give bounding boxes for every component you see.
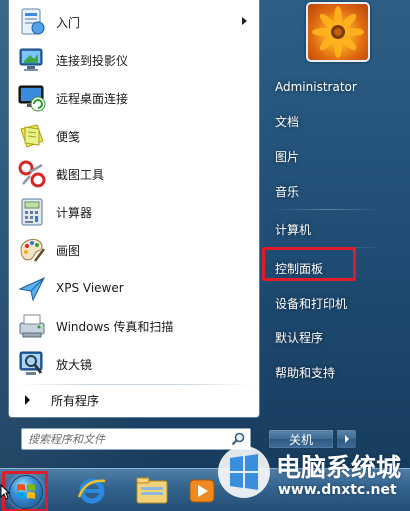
remote-desktop-icon: [15, 81, 49, 115]
fax-scan-icon: [15, 309, 49, 343]
program-xps-viewer[interactable]: XPS Viewer: [11, 270, 257, 306]
site-watermark: 电脑系统城 www.dnxtc.net: [212, 440, 410, 511]
program-label: XPS Viewer: [56, 281, 124, 295]
all-programs-button[interactable]: 所有程序: [11, 388, 257, 412]
sticky-notes-icon: [15, 119, 49, 153]
watermark-title: 电脑系统城: [276, 453, 402, 482]
program-magnifier[interactable]: 放大镜: [11, 346, 257, 382]
program-getting-started[interactable]: 入门: [11, 4, 257, 40]
program-sticky-notes[interactable]: 便笺: [11, 118, 257, 154]
program-snipping-tool[interactable]: 截图工具: [11, 156, 257, 192]
pane-divider: [19, 384, 251, 385]
windows-explorer-icon: [136, 477, 168, 504]
xps-viewer-icon: [15, 271, 49, 305]
program-label: Windows 传真和扫描: [56, 319, 174, 334]
program-label: 便笺: [56, 129, 81, 144]
taskbar-windows-explorer[interactable]: [124, 471, 180, 511]
default-programs-link[interactable]: 默认程序: [267, 323, 363, 351]
user-name-link[interactable]: Administrator: [267, 73, 387, 101]
expand-arrow-icon: [25, 395, 30, 405]
program-label: 计算器: [56, 205, 93, 220]
music-link[interactable]: 音乐: [267, 177, 363, 205]
program-label: 入门: [56, 15, 81, 30]
internet-explorer-icon: [77, 478, 106, 504]
program-label: 放大镜: [56, 357, 93, 372]
search-input[interactable]: [28, 432, 224, 446]
program-fax-scan[interactable]: Windows 传真和扫描: [11, 308, 257, 344]
watermark-url: www.dnxtc.net: [278, 482, 397, 498]
program-label: 连接到投影仪: [56, 53, 129, 68]
program-calculator[interactable]: 计算器: [11, 194, 257, 230]
documents-link[interactable]: 文档: [267, 107, 363, 135]
start-menu: 入门 连接到投影仪 远程桌面连接 便笺 截图工具 计算器 画图 XPS View…: [0, 0, 410, 468]
paint-icon: [15, 233, 49, 267]
program-paint[interactable]: 画图: [11, 232, 257, 268]
snipping-tool-icon: [15, 157, 49, 191]
all-programs-label: 所有程序: [51, 393, 100, 408]
projector-icon: [15, 43, 49, 77]
program-label: 截图工具: [56, 167, 105, 182]
watermark-logo-icon: [218, 446, 270, 498]
pictures-link[interactable]: 图片: [267, 142, 363, 170]
computer-link[interactable]: 计算机: [267, 215, 363, 243]
program-remote-desktop[interactable]: 远程桌面连接: [11, 80, 257, 116]
magnifier-icon: [15, 347, 49, 381]
calculator-icon: [15, 195, 49, 229]
mouse-cursor-icon: [0, 483, 11, 500]
program-label: 画图: [56, 243, 81, 258]
submenu-arrow-icon[interactable]: [242, 17, 247, 25]
control-panel-highlight: [262, 247, 356, 281]
getting-started-icon: [15, 5, 49, 39]
programs-pane: 入门 连接到投影仪 远程桌面连接 便笺 截图工具 计算器 画图 XPS View…: [8, 0, 260, 418]
devices-printers-link[interactable]: 设备和打印机: [267, 289, 363, 317]
user-avatar[interactable]: [306, 2, 370, 62]
taskbar-internet-explorer[interactable]: [64, 471, 120, 511]
program-label: 远程桌面连接: [56, 91, 129, 106]
program-connect-projector[interactable]: 连接到投影仪: [11, 42, 257, 78]
right-separator: [272, 209, 382, 210]
help-support-link[interactable]: 帮助和支持: [267, 358, 363, 386]
